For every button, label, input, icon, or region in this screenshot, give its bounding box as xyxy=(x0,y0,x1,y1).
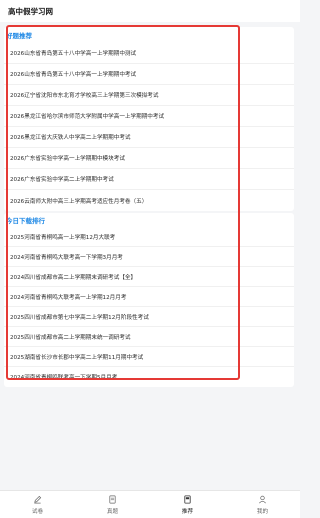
ranking-section-title: 今日下载排行 xyxy=(6,217,45,225)
list-item[interactable]: 2026黑龙江省大庆铁人中学高二上学期期中考试 xyxy=(4,127,294,148)
tab-real-exams[interactable]: 真题 xyxy=(83,495,143,515)
list-item[interactable]: 2026山东省青岛第五十八中学高一上学期期中测试 xyxy=(4,43,294,64)
list-item[interactable]: 2026广东省实验中学高二上学期期中考试 xyxy=(4,169,294,190)
tab-label: 我的 xyxy=(256,508,269,515)
featured-card: 好题推荐 2026山东省青岛第五十八中学高一上学期期中测试 2026山东省青岛第… xyxy=(4,27,294,211)
bottom-tab-bar: 试卷 真题 推荐 我的 xyxy=(0,490,300,518)
document-icon xyxy=(108,495,118,505)
app-title: 高中假学习网 xyxy=(8,6,53,16)
tab-label: 推荐 xyxy=(181,508,194,515)
pen-icon xyxy=(33,495,43,505)
ranking-card: 今日下载排行 2025河南省青桐鸣高一上学期12月大联考 2024河南省青桐鸣大… xyxy=(4,213,294,387)
top-bar: 高中假学习网 xyxy=(0,0,300,22)
list-item[interactable]: 2026辽宁省沈阳市东北育才学校高三上学期第三次模拟考试 xyxy=(4,85,294,106)
featured-section-title: 好题推荐 xyxy=(6,32,32,40)
list-item[interactable]: 2024河南省青桐鸣大联考高一上学期12月月考 xyxy=(4,287,294,307)
tab-papers[interactable]: 试卷 xyxy=(8,495,68,515)
list-item[interactable]: 2025湖南省长沙市长郡中学高二上学期11月期中考试 xyxy=(4,347,294,367)
tab-label: 真题 xyxy=(106,508,119,515)
book-icon xyxy=(183,495,193,505)
list-item[interactable]: 2026山东省青岛第五十八中学高一上学期期中考试 xyxy=(4,64,294,85)
tab-label: 试卷 xyxy=(31,508,44,515)
list-item[interactable]: 2024河南省青桐鸣联考高一下学期5月月考 xyxy=(4,367,294,387)
list-item[interactable]: 2024河南省青桐鸣大联考高一下学期3月月考 xyxy=(4,247,294,267)
list-item[interactable]: 2025四川省成都市第七中学高二上学期12月阶段性考试 xyxy=(4,307,294,327)
list-item[interactable]: 2024四川省成都市高二上学期期末调研考试【全】 xyxy=(4,267,294,287)
user-icon xyxy=(258,495,268,505)
list-item[interactable]: 2025河南省青桐鸣高一上学期12月大联考 xyxy=(4,227,294,247)
list-item[interactable]: 2026黑龙江省哈尔滨市师范大学附属中学高一上学期期中考试 xyxy=(4,106,294,127)
tab-recommend[interactable]: 推荐 xyxy=(158,495,218,515)
list-item[interactable]: 2026云南师大附中高三上学期高考适应性月考卷（五） xyxy=(4,190,294,211)
list-item[interactable]: 2025四川省成都市高二上学期期末统一调研考试 xyxy=(4,327,294,347)
app-root: 高中假学习网 好题推荐 2026山东省青岛第五十八中学高一上学期期中测试 202… xyxy=(0,0,300,518)
list-item[interactable]: 2026广东省实验中学高一上学期期中模块考试 xyxy=(4,148,294,169)
tab-mine[interactable]: 我的 xyxy=(233,495,293,515)
